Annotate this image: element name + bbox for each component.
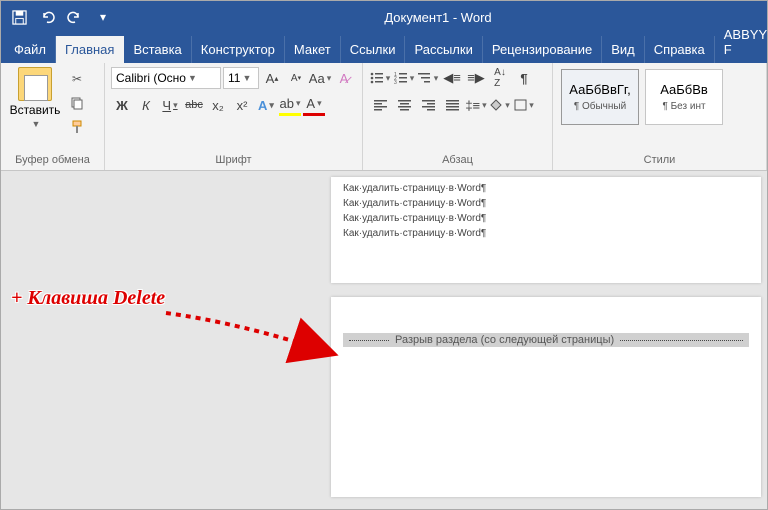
save-icon[interactable] [7, 5, 31, 29]
style-nospacing[interactable]: АаБбВв ¶ Без инт [645, 69, 723, 125]
group-paragraph: ▾ 123▾ ▾ ◀≡ ≡▶ A↓Z ¶ ‡≡▾ ▾ ▾ Абзац [363, 63, 553, 170]
tab-insert[interactable]: Вставка [124, 36, 191, 63]
ribbon: Вставить ▼ ✂ Буфер обмена Calibri (Осно▼… [1, 63, 767, 171]
quick-access-toolbar: ▾ [7, 5, 115, 29]
format-painter-icon[interactable] [67, 117, 87, 137]
borders-icon[interactable]: ▾ [513, 94, 535, 116]
group-styles: АаБбВвГг, ¶ Обычный АаБбВв ¶ Без инт Сти… [553, 63, 767, 170]
style-sample: АаБбВвГг, [569, 82, 630, 97]
italic-button[interactable]: К [135, 94, 157, 116]
tab-file[interactable]: Файл [5, 36, 56, 63]
tab-references[interactable]: Ссылки [341, 36, 406, 63]
undo-icon[interactable] [35, 5, 59, 29]
doc-line[interactable]: Как·удалить·страницу·в·Word¶ [343, 198, 749, 209]
bullets-icon[interactable]: ▾ [369, 67, 391, 89]
text-effects-icon[interactable]: A▾ [255, 94, 277, 116]
paste-icon[interactable] [18, 67, 52, 101]
decrease-indent-icon[interactable]: ◀≡ [441, 67, 463, 89]
highlight-icon[interactable]: ab▾ [279, 94, 301, 116]
clear-formatting-icon[interactable]: A̷ [333, 67, 355, 89]
superscript-button[interactable]: x² [231, 94, 253, 116]
tab-mailings[interactable]: Рассылки [405, 36, 482, 63]
bold-button[interactable]: Ж [111, 94, 133, 116]
titlebar: ▾ Документ1 - Word [1, 1, 767, 33]
tab-home[interactable]: Главная [56, 36, 124, 63]
group-paragraph-label: Абзац [369, 152, 546, 168]
tab-review[interactable]: Рецензирование [483, 36, 602, 63]
sort-icon[interactable]: A↓Z [489, 67, 511, 89]
tab-help[interactable]: Справка [645, 36, 715, 63]
group-font: Calibri (Осно▼ 11▼ A▴ A▾ Aa▾ A̷ Ж К Ч▾ a… [105, 63, 363, 170]
style-name: ¶ Обычный [574, 101, 626, 112]
shrink-font-icon[interactable]: A▾ [285, 67, 307, 89]
annotation-text: + Клавиша Delete [11, 287, 165, 310]
show-marks-icon[interactable]: ¶ [513, 67, 535, 89]
strikethrough-button[interactable]: abc [183, 94, 205, 116]
tab-abbyy[interactable]: ABBYY F [715, 21, 768, 63]
change-case-icon[interactable]: Aa▾ [309, 67, 331, 89]
line-spacing-icon[interactable]: ‡≡▾ [465, 94, 487, 116]
increase-indent-icon[interactable]: ≡▶ [465, 67, 487, 89]
document-area[interactable]: Как·удалить·страницу·в·Word¶ Как·удалить… [1, 171, 767, 509]
qat-customize-icon[interactable]: ▾ [91, 5, 115, 29]
svg-text:3: 3 [394, 80, 397, 84]
tab-layout[interactable]: Макет [285, 36, 341, 63]
grow-font-icon[interactable]: A▴ [261, 67, 283, 89]
doc-line[interactable]: Как·удалить·страницу·в·Word¶ [343, 213, 749, 224]
font-color-icon[interactable]: A▾ [303, 94, 325, 116]
doc-line[interactable]: Как·удалить·страницу·в·Word¶ [343, 183, 749, 194]
underline-label: Ч [162, 98, 171, 113]
break-dots [349, 340, 389, 341]
group-styles-label: Стили [559, 152, 760, 168]
align-right-icon[interactable] [417, 94, 439, 116]
cut-icon[interactable]: ✂ [67, 69, 87, 89]
copy-icon[interactable] [67, 93, 87, 113]
align-left-icon[interactable] [369, 94, 391, 116]
ribbon-tabs: Файл Главная Вставка Конструктор Макет С… [1, 33, 767, 63]
style-normal[interactable]: АаБбВвГг, ¶ Обычный [561, 69, 639, 125]
tab-design[interactable]: Конструктор [192, 36, 285, 63]
font-family-value: Calibri (Осно [116, 71, 186, 85]
font-size-dropdown[interactable]: 11▼ [223, 67, 259, 89]
shading-icon[interactable]: ▾ [489, 94, 511, 116]
justify-icon[interactable] [441, 94, 463, 116]
doc-line[interactable]: Как·удалить·страницу·в·Word¶ [343, 228, 749, 239]
font-size-value: 11 [228, 71, 240, 85]
section-break-label: Разрыв раздела (со следующей страницы) [395, 334, 614, 346]
page-1[interactable]: Как·удалить·страницу·в·Word¶ Как·удалить… [331, 177, 761, 283]
group-font-label: Шрифт [111, 152, 356, 168]
style-name: ¶ Без инт [662, 101, 705, 112]
window-title: Документ1 - Word [115, 10, 761, 25]
style-sample: АаБбВв [660, 82, 708, 97]
paste-button[interactable]: Вставить [10, 103, 61, 117]
multilevel-list-icon[interactable]: ▾ [417, 67, 439, 89]
tab-view[interactable]: Вид [602, 36, 645, 63]
group-clipboard: Вставить ▼ ✂ Буфер обмена [1, 63, 105, 170]
group-clipboard-label: Буфер обмена [7, 152, 98, 168]
chevron-down-icon[interactable]: ▼ [32, 119, 41, 129]
subscript-button[interactable]: x₂ [207, 94, 229, 116]
align-center-icon[interactable] [393, 94, 415, 116]
numbering-icon[interactable]: 123▾ [393, 67, 415, 89]
section-break[interactable]: Разрыв раздела (со следующей страницы) [343, 333, 749, 347]
page-2[interactable]: Разрыв раздела (со следующей страницы) [331, 297, 761, 497]
redo-icon[interactable] [63, 5, 87, 29]
font-family-dropdown[interactable]: Calibri (Осно▼ [111, 67, 221, 89]
underline-button[interactable]: Ч▾ [159, 94, 181, 116]
break-dots [620, 340, 743, 341]
